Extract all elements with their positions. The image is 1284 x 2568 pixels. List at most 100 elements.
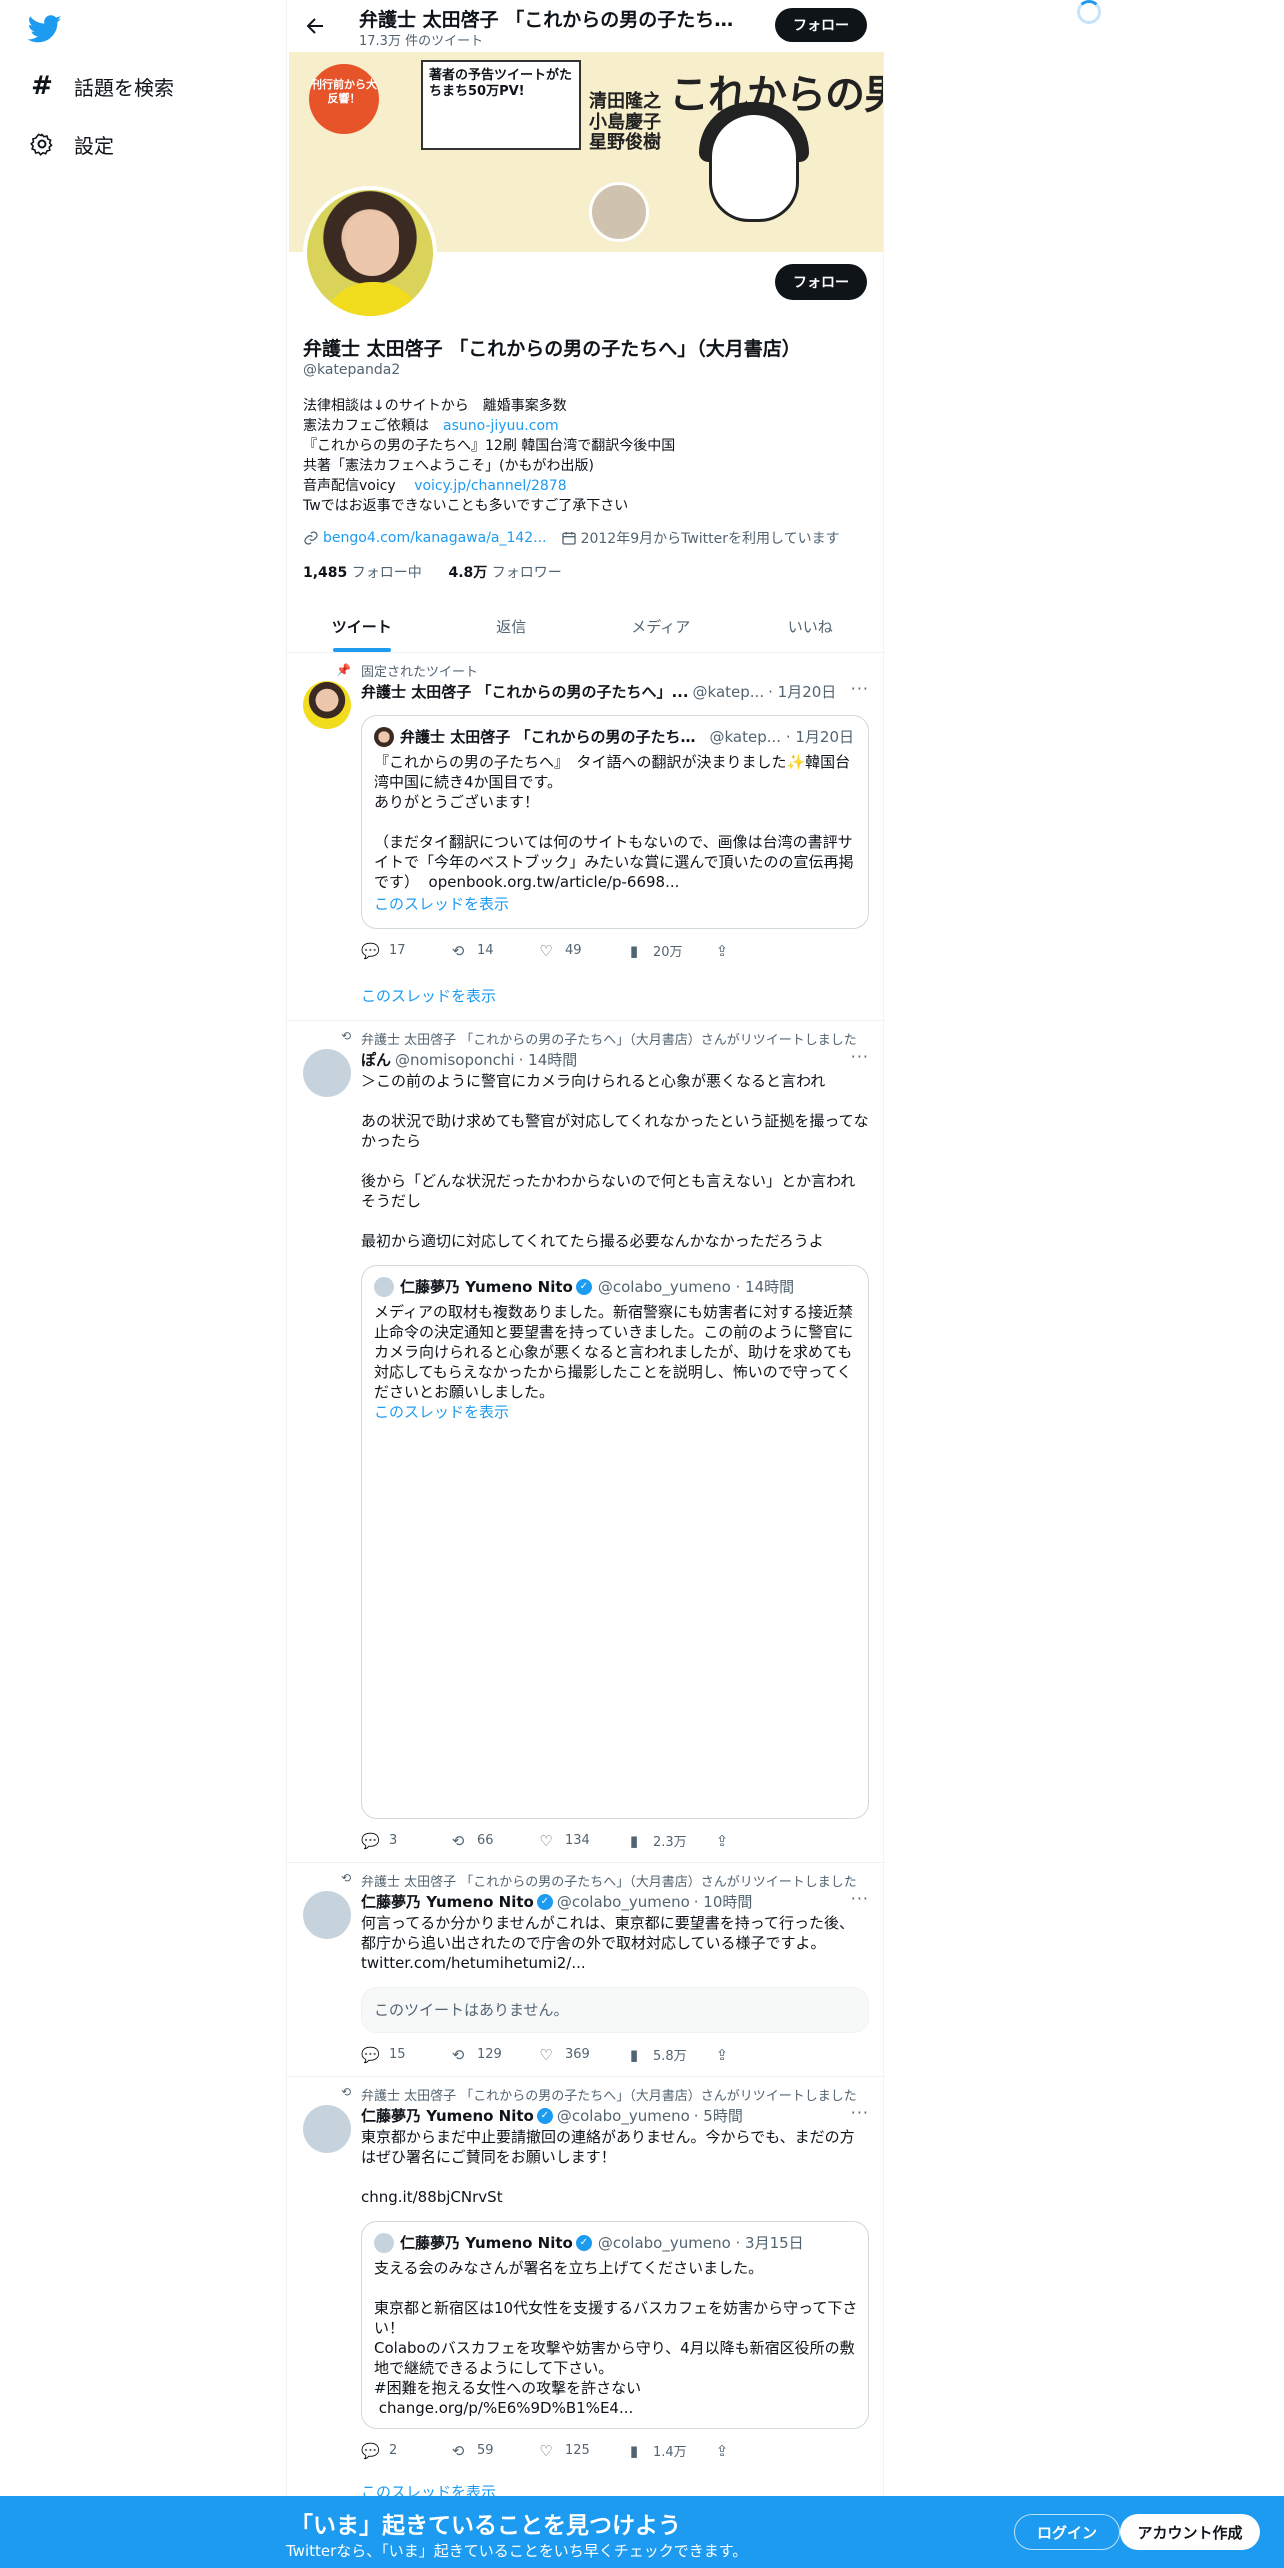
reply-button[interactable]: 💬 2 (361, 2441, 449, 2460)
views-button[interactable]: ▮ 5.8万 (625, 2045, 713, 2065)
back-arrow-icon[interactable] (303, 14, 327, 38)
tweet-avatar[interactable] (303, 1891, 351, 1939)
tweet-author-name[interactable]: 仁藤夢乃 Yumeno Nito (361, 1891, 534, 1912)
show-thread-link[interactable]: このスレッドを表示 (361, 985, 496, 1006)
share-button[interactable]: ⇪ (713, 941, 801, 960)
views-button[interactable]: ▮ 20万 (625, 941, 713, 961)
view-count: 2.3万 (653, 1835, 687, 1850)
more-icon[interactable]: ··· (851, 679, 869, 698)
tweet-author-handle[interactable]: @colabo_yumeno (557, 1893, 690, 1911)
quoted-author-handle: @colabo_yumeno · 3月15日 (597, 2234, 804, 2252)
tweet-author-name[interactable]: 弁護士 太田啓子 「これからの男の子たちへ」... (361, 681, 689, 702)
signup-button[interactable]: アカウント作成 (1120, 2514, 1260, 2550)
reply-button[interactable]: 💬 3 (361, 1831, 449, 1850)
tweet-link[interactable]: twitter.com/hetumihetumi2/... (361, 1953, 869, 1973)
calendar-icon (561, 532, 576, 545)
quoted-tweet-text: 支える会のみなさんが署名を立ち上げてくださいました。 東京都と新宿区は10代女性… (374, 2259, 858, 2417)
tweet-author-handle[interactable]: @colabo_yumeno (557, 2107, 690, 2125)
tab-media[interactable]: メディア (586, 600, 736, 652)
tweet-header: 仁藤夢乃 Yumeno Nito ✓ @colabo_yumeno · 10時間 (361, 1891, 839, 1912)
views-icon: ▮ (629, 2441, 639, 2460)
share-button[interactable]: ⇪ (713, 2441, 801, 2460)
tweet-author-handle[interactable]: @katep... (693, 683, 765, 701)
view-count: 5.8万 (653, 2049, 687, 2064)
heart-icon: ♡ (539, 2045, 553, 2064)
hashtag-icon: # (31, 71, 53, 101)
quoted-tweet-text: 『これからの男の子たちへ』 タイ語への翻訳が決まりました✨韓国台湾中国に続き4か… (374, 753, 854, 891)
retweet-button[interactable]: ⟲ 59 (449, 2441, 537, 2460)
views-button[interactable]: ▮ 2.3万 (625, 1831, 713, 1851)
profile-website[interactable]: bengo4.com/kanagawa/a_142... (323, 530, 547, 546)
tweet[interactable]: ⟲ 弁護士 太田啓子 「これからの男の子たちへ」（大月書店）さんがリツイートしま… (287, 1021, 885, 1863)
retweet-button[interactable]: ⟲ 129 (449, 2045, 537, 2064)
bio-link[interactable]: voicy.jp/channel/2878 (414, 478, 566, 494)
following-link[interactable]: 1,485 フォロー中 (303, 565, 422, 581)
tweet-avatar[interactable] (303, 681, 351, 729)
like-button[interactable]: ♡ 369 (537, 2045, 625, 2064)
retweet-context-icon: ⟲ (340, 1871, 351, 1885)
tab-tweets[interactable]: ツイート (287, 600, 437, 652)
more-icon[interactable]: ··· (851, 1047, 869, 1066)
tab-replies[interactable]: 返信 (437, 600, 587, 652)
banner-names: 清田隆之 小島慶子 星野俊樹 (589, 91, 661, 154)
retweet-button[interactable]: ⟲ 66 (449, 1831, 537, 1850)
tweet[interactable]: 📌 固定されたツイート 弁護士 太田啓子 「これからの男の子たちへ」... @k… (287, 653, 885, 1021)
tweet-actions: 💬 17 ⟲ 14 ♡ 49 ▮ 20万 ⇪ (361, 941, 801, 961)
tweet-text: 東京都からまだ中止要請撤回の連絡がありません。今からでも、まだの方はぜひ署名にご… (361, 2128, 855, 2166)
link-icon (304, 531, 318, 545)
tweet-time[interactable]: · 14時間 (519, 1049, 578, 1070)
quoted-tweet[interactable]: 弁護士 太田啓子 「これからの男の子たちへ」... @katep... · 1月… (361, 715, 869, 929)
nav-explore-label: 話題を検索 (74, 75, 174, 100)
tweet[interactable]: ⟲ 弁護士 太田啓子 「これからの男の子たちへ」（大月書店）さんがリツイートしま… (287, 1863, 885, 2077)
retweet-icon: ⟲ (451, 2441, 465, 2460)
tweet-author-name[interactable]: 仁藤夢乃 Yumeno Nito (361, 2105, 534, 2126)
reply-button[interactable]: 💬 17 (361, 941, 449, 960)
like-button[interactable]: ♡ 125 (537, 2441, 625, 2460)
verified-badge-icon: ✓ (575, 2234, 592, 2251)
nav-explore[interactable]: # 話題を検索 (28, 66, 174, 106)
tweet-link[interactable]: chng.it/88bjCNrvSt (361, 2187, 869, 2207)
twitter-logo-icon[interactable] (28, 12, 62, 46)
tab-likes[interactable]: いいね (736, 600, 886, 652)
bio-link[interactable]: asuno-jiyuu.com (443, 418, 559, 434)
tweet-author-name[interactable]: ぽん (361, 1049, 391, 1070)
heart-icon: ♡ (539, 1831, 553, 1850)
reply-button[interactable]: 💬 15 (361, 2045, 449, 2064)
retweet-button[interactable]: ⟲ 14 (449, 941, 537, 960)
login-button[interactable]: ログイン (1014, 2514, 1120, 2550)
heart-icon: ♡ (539, 2441, 553, 2460)
header-title: 弁護士 太田啓子 「これからの男の子たちへ」（大月書店） (359, 9, 739, 31)
profile-bio: 法律相談は↓のサイトから 離婚事案多数 憲法カフェご依頼は asuno-jiyu… (303, 396, 675, 516)
quoted-tweet[interactable]: 仁藤夢乃 Yumeno Nito ✓ @colabo_yumeno · 3月15… (361, 2221, 869, 2429)
like-button[interactable]: ♡ 49 (537, 941, 625, 960)
tweet-time[interactable]: · 5時間 (694, 2105, 743, 2126)
tweet-time[interactable]: · 10時間 (694, 1891, 753, 1912)
quoted-show-thread-link[interactable]: このスレッドを表示 (374, 1402, 858, 1422)
quoted-show-thread-link[interactable]: このスレッドを表示 (374, 894, 858, 914)
tweet[interactable]: ⟲ 弁護士 太田啓子 「これからの男の子たちへ」（大月書店）さんがリツイートしま… (287, 2077, 885, 2517)
share-button[interactable]: ⇪ (713, 1831, 801, 1850)
header-follow-button[interactable]: フォロー (775, 8, 867, 42)
verified-badge-icon: ✓ (536, 2107, 553, 2124)
profile-tabs: ツイート 返信 メディア いいね (287, 600, 885, 653)
like-button[interactable]: ♡ 134 (537, 1831, 625, 1850)
profile-meta: bengo4.com/kanagawa/a_142... 2012年9月からTw… (303, 528, 840, 548)
heart-icon: ♡ (539, 941, 553, 960)
share-icon: ⇪ (715, 1831, 729, 1850)
more-icon[interactable]: ··· (851, 2103, 869, 2122)
tweet-avatar[interactable] (303, 2105, 351, 2153)
retweet-count: 59 (477, 2443, 494, 2458)
share-button[interactable]: ⇪ (713, 2045, 801, 2064)
tweet-avatar[interactable] (303, 1049, 351, 1097)
followers-link[interactable]: 4.8万 フォロワー (448, 565, 561, 581)
following-count: 1,485 (303, 565, 348, 581)
more-icon[interactable]: ··· (851, 1889, 869, 1908)
nav-settings[interactable]: 設定 (28, 124, 114, 164)
profile-avatar[interactable] (303, 186, 437, 320)
views-button[interactable]: ▮ 1.4万 (625, 2441, 713, 2461)
quoted-tweet[interactable]: 仁藤夢乃 Yumeno Nito ✓ @colabo_yumeno · 14時間… (361, 1265, 869, 1819)
profile-follow-button[interactable]: フォロー (775, 264, 867, 300)
tweet-time[interactable]: · 1月20日 (768, 681, 836, 702)
quoted-author-name: 弁護士 太田啓子 「これからの男の子たちへ」... (400, 728, 704, 746)
tweet-author-handle[interactable]: @nomisoponchi (395, 1051, 515, 1069)
